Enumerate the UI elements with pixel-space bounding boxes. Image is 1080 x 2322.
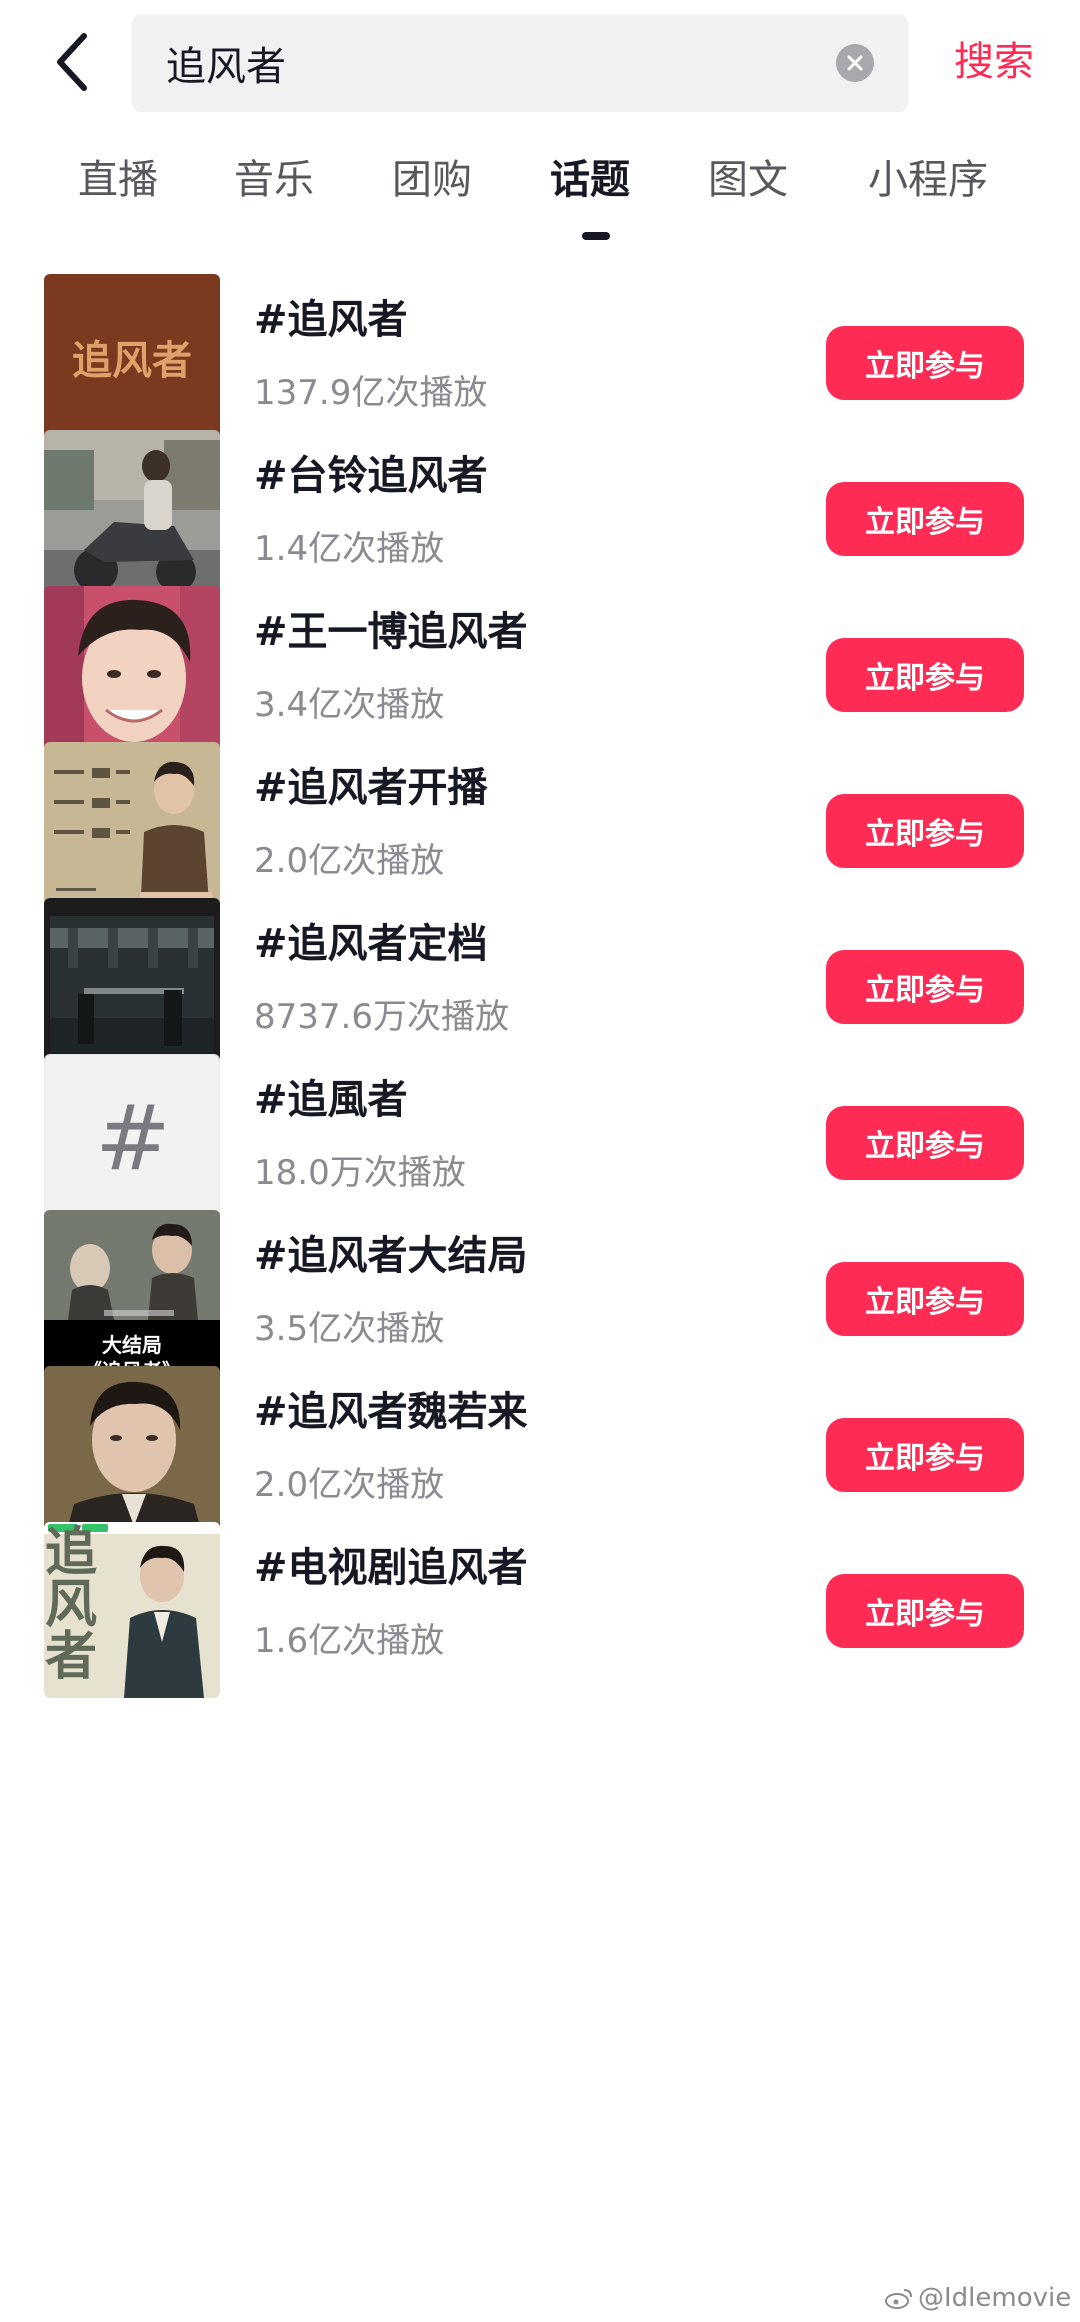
topic-play-count: 18.0万次播放 (254, 1153, 466, 1193)
tab-image-text[interactable]: 图文 (708, 152, 788, 208)
join-topic-button[interactable]: 立即参与 (826, 638, 1024, 712)
clear-x-icon (847, 55, 863, 71)
topic-title: #追风者定档 (254, 921, 488, 967)
topic-play-count: 2.0亿次播放 (254, 841, 445, 881)
tab-topics[interactable]: 话题 (550, 152, 630, 208)
topic-title: #追风者魏若来 (254, 1389, 528, 1435)
hash-icon: # (95, 1086, 170, 1191)
topic-title: #追風者 (254, 1077, 408, 1123)
join-topic-button[interactable]: 立即参与 (826, 482, 1024, 556)
topic-play-count: 3.5亿次播放 (254, 1309, 445, 1349)
topic-thumbnail: 追风者 (44, 1522, 220, 1698)
topic-play-count: 2.0亿次播放 (254, 1465, 445, 1505)
join-topic-button[interactable]: 立即参与 (826, 1262, 1024, 1336)
topic-title: #电视剧追风者 (254, 1545, 528, 1591)
tab-mini-programs[interactable]: 小程序 (868, 152, 988, 208)
topic-row[interactable]: 追风者 #电视剧追风者 1.6亿次播放 立即参与 (0, 1518, 1080, 1704)
clear-search-button[interactable] (836, 44, 874, 82)
topic-play-count: 8737.6万次播放 (254, 997, 509, 1037)
topic-thumbnail: # (44, 1054, 220, 1230)
topic-thumbnail: 大结局 《追风者》 (44, 1210, 220, 1386)
join-topic-button[interactable]: 立即参与 (826, 1418, 1024, 1492)
topic-thumbnail (44, 898, 220, 1074)
topic-thumbnail (44, 430, 220, 606)
topic-play-count: 137.9亿次播放 (254, 373, 488, 413)
topic-thumbnail: 追风者 (44, 274, 220, 450)
weibo-watermark: @Idlemovie (884, 2280, 1071, 2316)
tab-live[interactable]: 直播 (78, 152, 158, 208)
back-button[interactable] (40, 22, 104, 102)
topic-thumbnail (44, 586, 220, 762)
thumbnail-caption-line1: 大结局 (102, 1333, 162, 1357)
category-tabs: 直播 音乐 团购 话题 图文 小程序 (0, 138, 1080, 246)
topic-play-count: 3.4亿次播放 (254, 685, 445, 725)
search-box (132, 14, 908, 112)
topic-title: #王一博追风者 (254, 609, 528, 655)
thumbnail-logo-text: 追风者 (72, 338, 192, 384)
topic-title: #追风者开播 (254, 765, 488, 811)
thumbnail-title-text: 追风者 (44, 1524, 97, 1680)
search-button[interactable]: 搜索 (954, 30, 1034, 94)
join-topic-button[interactable]: 立即参与 (826, 794, 1024, 868)
watermark-text: @Idlemovie (918, 2283, 1072, 2313)
chevron-left-icon (57, 33, 87, 91)
topic-thumbnail (44, 742, 220, 918)
search-input[interactable] (166, 14, 806, 112)
search-header: 搜索 (0, 0, 1080, 124)
topic-title: #追风者 (254, 297, 408, 343)
join-topic-button[interactable]: 立即参与 (826, 1574, 1024, 1648)
join-topic-button[interactable]: 立即参与 (826, 950, 1024, 1024)
join-topic-button[interactable]: 立即参与 (826, 326, 1024, 400)
join-topic-button[interactable]: 立即参与 (826, 1106, 1024, 1180)
topic-play-count: 1.6亿次播放 (254, 1621, 445, 1661)
tab-music[interactable]: 音乐 (234, 152, 314, 208)
topic-title: #追风者大结局 (254, 1233, 528, 1279)
weibo-icon (885, 2289, 912, 2309)
active-tab-indicator (582, 232, 610, 240)
tab-group-buy[interactable]: 团购 (392, 152, 472, 208)
topic-title: #台铃追风者 (254, 453, 488, 499)
topic-thumbnail (44, 1366, 220, 1542)
topic-play-count: 1.4亿次播放 (254, 529, 445, 569)
